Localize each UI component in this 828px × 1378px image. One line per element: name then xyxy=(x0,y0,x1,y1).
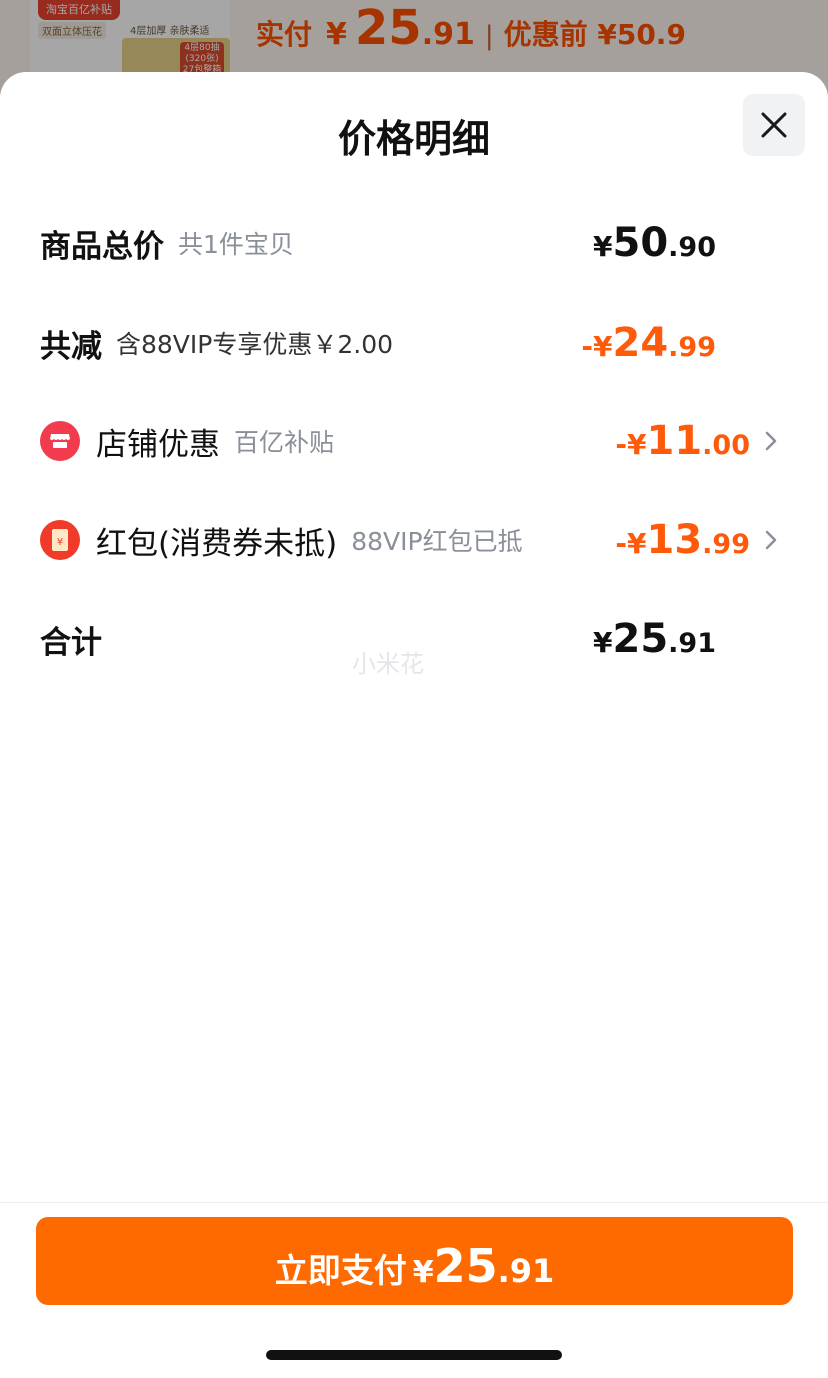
pay-now-label: 立即支付 xyxy=(274,1251,407,1290)
item-count: 共1件宝贝 xyxy=(178,230,294,259)
subtotal-label: 商品总价 xyxy=(40,228,164,265)
pay-now-button[interactable]: 立即支付 ¥ 25 .91 xyxy=(36,1217,793,1305)
page: 淘宝百亿补贴 双面立体压花 4层加厚 亲肤柔适 4层80抽 (320张) 27包… xyxy=(0,0,828,1378)
discount-total-row: 共减 含88VIP专享优惠￥2.00 -¥ 24 .99 xyxy=(40,313,788,373)
store-discount-row[interactable]: 店铺优惠 百亿补贴 -¥ 11 .00 xyxy=(40,411,788,471)
close-button[interactable] xyxy=(743,94,805,156)
amount-integer: 11 xyxy=(646,418,703,464)
store-discount-amount: -¥ 11 .00 xyxy=(615,418,750,464)
chevron-right-icon xyxy=(765,530,777,550)
total-amount: ¥ 25 .91 xyxy=(593,616,716,662)
subtotal-amount: ¥ 50 .90 xyxy=(593,220,716,266)
currency-symbol: -¥ xyxy=(615,527,647,560)
red-packet-note: 88VIP红包已抵 xyxy=(351,527,523,556)
watermark: 小米花 xyxy=(352,650,424,678)
store-discount-note: 百亿补贴 xyxy=(234,428,335,457)
discount-total-amount: -¥ 24 .99 xyxy=(581,320,716,366)
currency-symbol: -¥ xyxy=(615,428,647,461)
home-indicator[interactable] xyxy=(266,1350,562,1360)
store-icon xyxy=(40,421,80,461)
sheet-title: 价格明细 xyxy=(337,117,490,161)
red-packet-row[interactable]: ¥ 红包(消费券未抵) 88VIP红包已抵 -¥ 13 .99 xyxy=(40,510,788,570)
close-icon xyxy=(761,112,787,138)
price-detail-sheet: 价格明细 商品总价 共1件宝贝 ¥ 50 .90 共减 含88VIP专享优惠￥2… xyxy=(0,72,828,1378)
amount-decimal: .00 xyxy=(702,430,750,461)
amount-decimal: .99 xyxy=(668,332,716,363)
amount-integer: 50 xyxy=(612,220,669,266)
currency-symbol: ¥ xyxy=(412,1255,434,1290)
amount-decimal: .91 xyxy=(668,628,716,659)
amount-decimal: .99 xyxy=(702,529,750,560)
red-packet-label: 红包(消费券未抵) xyxy=(96,525,338,562)
chevron-right-icon xyxy=(765,431,777,451)
store-discount-label: 店铺优惠 xyxy=(96,426,220,463)
discount-total-label: 共减 xyxy=(40,328,102,365)
amount-integer: 24 xyxy=(612,320,669,366)
svg-text:¥: ¥ xyxy=(57,537,63,548)
currency-symbol: ¥ xyxy=(593,626,613,659)
subtotal-row: 商品总价 共1件宝贝 ¥ 50 .90 xyxy=(40,213,788,273)
red-packet-icon: ¥ xyxy=(40,520,80,560)
vip-discount-note: 含88VIP专享优惠￥2.00 xyxy=(116,330,394,359)
currency-symbol: ¥ xyxy=(593,230,613,263)
amount-integer: 25 xyxy=(612,616,669,662)
amount-decimal: .91 xyxy=(497,1252,555,1290)
red-packet-amount: -¥ 13 .99 xyxy=(615,517,750,563)
footer-divider xyxy=(0,1202,828,1203)
total-label: 合计 xyxy=(40,624,102,661)
amount-integer: 25 xyxy=(433,1239,498,1293)
currency-symbol: -¥ xyxy=(581,330,613,363)
amount-integer: 13 xyxy=(646,517,703,563)
amount-decimal: .90 xyxy=(668,232,716,263)
